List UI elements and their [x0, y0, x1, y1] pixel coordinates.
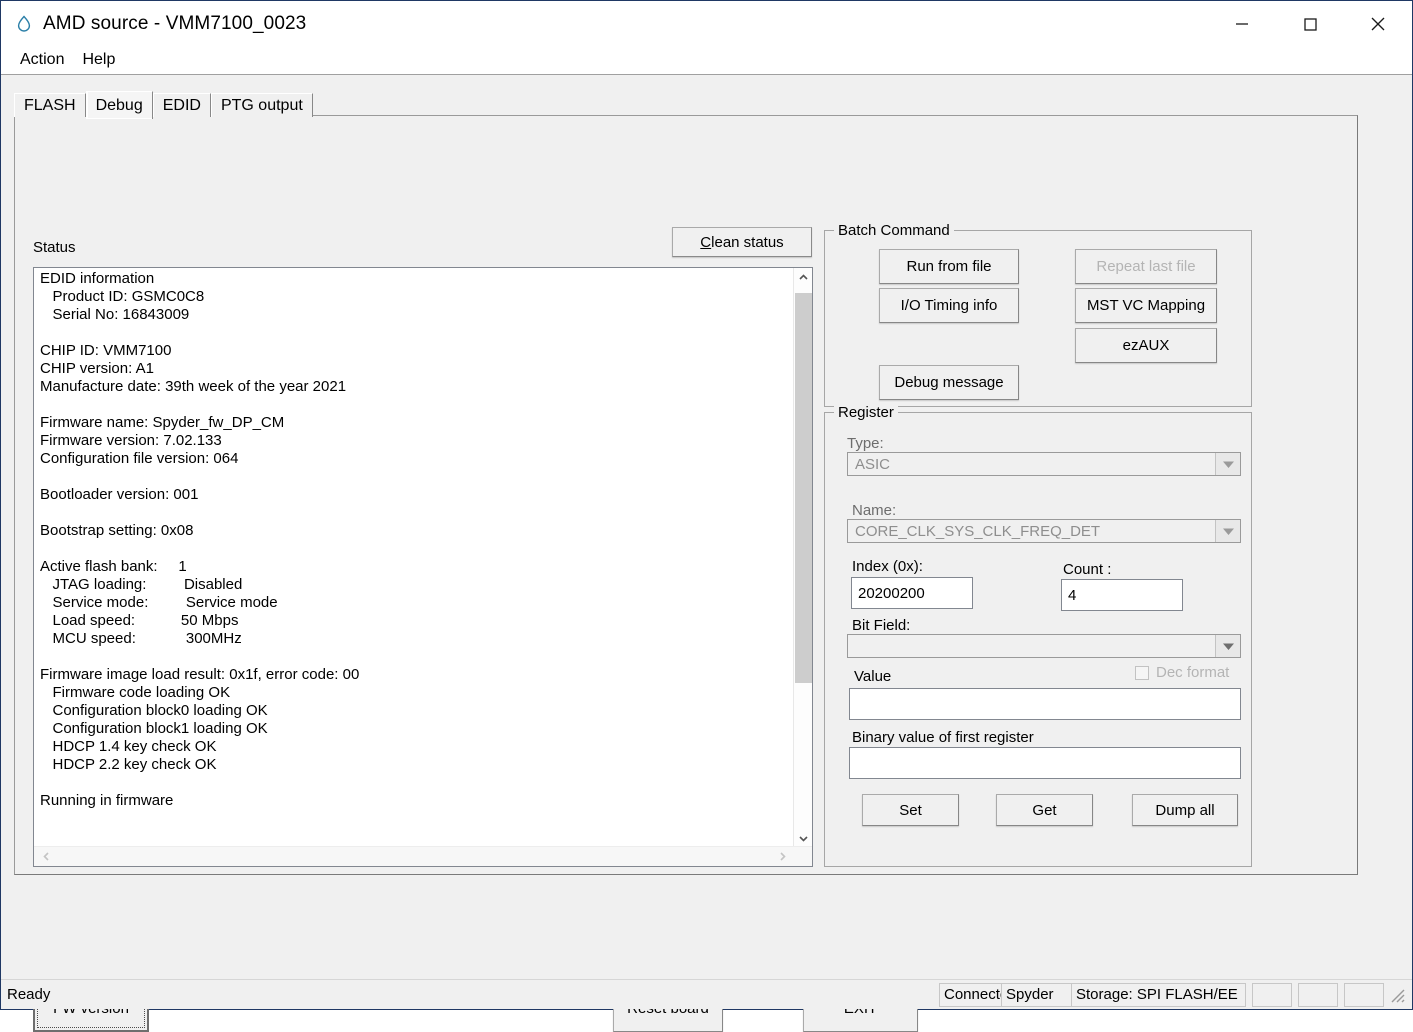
register-index-input[interactable]: 20200200: [851, 577, 973, 609]
menu-bar: Action Help: [1, 46, 1412, 75]
batch-command-title: Batch Command: [834, 222, 954, 239]
status-bar-panels: Connecte Spyder Storage: SPI FLASH/EE: [939, 982, 1408, 1007]
title-bar: AMD source - VMM7100_0023: [1, 1, 1412, 46]
register-type-select: ASIC: [847, 452, 1241, 476]
register-count-input[interactable]: 4: [1061, 579, 1183, 611]
menu-item-help[interactable]: Help: [73, 48, 124, 72]
tab-edid[interactable]: EDID: [152, 93, 211, 117]
status-horizontal-scrollbar[interactable]: [34, 846, 812, 866]
maximize-button[interactable]: [1276, 1, 1344, 46]
get-button[interactable]: Get: [996, 794, 1093, 826]
status-vertical-scrollbar[interactable]: [793, 268, 812, 848]
close-button[interactable]: [1344, 1, 1412, 46]
dec-format-label: Dec format: [1156, 664, 1230, 681]
dec-format-checkbox: [1135, 665, 1149, 680]
status-bar-message: Ready: [7, 986, 51, 1003]
dump-all-button[interactable]: Dump all: [1132, 794, 1238, 826]
debug-message-button[interactable]: Debug message: [879, 365, 1019, 400]
minimize-button[interactable]: [1208, 1, 1276, 46]
register-name-label: Name:: [852, 502, 897, 519]
dec-format-checkbox-group: Dec format: [1135, 664, 1229, 681]
window-controls: [1208, 1, 1412, 46]
chevron-down-icon: [1215, 453, 1240, 475]
repeat-last-file-button: Repeat last file: [1075, 249, 1217, 284]
clean-status-accel: C: [700, 233, 712, 251]
menu-item-action[interactable]: Action: [11, 48, 73, 72]
register-binary-label: Binary value of first register: [852, 729, 1034, 746]
status-panel-extra-1: [1252, 982, 1292, 1007]
io-timing-info-button[interactable]: I/O Timing info: [879, 288, 1019, 323]
register-bitfield-select[interactable]: [847, 634, 1241, 658]
resize-grip-icon[interactable]: [1388, 986, 1406, 1004]
chevron-down-icon: [1215, 520, 1240, 542]
status-panel-device: Spyder: [1001, 982, 1071, 1007]
clean-status-button[interactable]: Clean status: [672, 227, 812, 257]
status-label: Status: [33, 239, 76, 256]
tab-flash[interactable]: FLASH: [14, 93, 86, 117]
set-button[interactable]: Set: [862, 794, 959, 826]
register-type-label: Type:: [847, 435, 884, 452]
register-index-label: Index (0x):: [852, 558, 923, 575]
status-text-content: EDID information Product ID: GSMC0C8 Ser…: [40, 270, 360, 809]
status-textarea[interactable]: EDID information Product ID: GSMC0C8 Ser…: [33, 267, 813, 867]
run-from-file-button[interactable]: Run from file: [879, 249, 1019, 284]
vertical-scroll-thumb[interactable]: [795, 293, 812, 683]
status-panel-storage: Storage: SPI FLASH/EE: [1071, 982, 1246, 1007]
scroll-right-icon[interactable]: [772, 847, 792, 866]
status-bar: Ready Connecte Spyder Storage: SPI FLASH…: [1, 979, 1412, 1009]
tab-ptg-output[interactable]: PTG output: [210, 93, 313, 117]
register-title: Register: [834, 404, 898, 421]
mst-vc-mapping-button[interactable]: MST VC Mapping: [1075, 288, 1217, 323]
register-binary-input[interactable]: [849, 747, 1241, 779]
window-title: AMD source - VMM7100_0023: [43, 12, 307, 34]
register-bitfield-label: Bit Field:: [852, 617, 911, 634]
ezaux-button[interactable]: ezAUX: [1075, 328, 1217, 363]
client-area: FLASH Debug EDID PTG output Status Clean…: [1, 75, 1412, 1032]
tab-debug[interactable]: Debug: [85, 91, 153, 119]
chevron-down-icon[interactable]: [1215, 635, 1240, 657]
register-value-input[interactable]: [849, 688, 1241, 720]
register-name-value: CORE_CLK_SYS_CLK_FREQ_DET: [855, 522, 1101, 540]
tab-strip: FLASH Debug EDID PTG output: [14, 91, 313, 119]
status-panel-extra-2: [1298, 982, 1338, 1007]
application-window: AMD source - VMM7100_0023 Action Help FL…: [0, 0, 1413, 1032]
register-type-value: ASIC: [855, 455, 891, 473]
status-panel-extra-3: [1344, 982, 1384, 1007]
status-panel-connection: Connecte: [939, 982, 1001, 1007]
scroll-up-icon[interactable]: [794, 268, 812, 287]
droplet-icon: [13, 13, 35, 35]
register-name-select: CORE_CLK_SYS_CLK_FREQ_DET: [847, 519, 1241, 543]
register-value-label: Value: [854, 668, 892, 685]
clean-status-rest: lean status: [711, 233, 784, 251]
register-count-label: Count :: [1063, 561, 1112, 578]
scroll-left-icon[interactable]: [36, 847, 56, 866]
